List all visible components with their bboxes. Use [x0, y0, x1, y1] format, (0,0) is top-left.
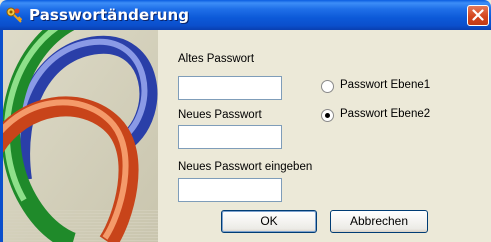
confirm-password-field[interactable] — [178, 178, 282, 202]
old-password-label: Altes Passwort — [178, 53, 255, 65]
key-icon — [6, 7, 23, 24]
password-change-dialog: Passwortänderung Altes Passwort Neues Pa… — [0, 0, 491, 242]
title-bar[interactable]: Passwortänderung — [0, 0, 491, 30]
old-password-field[interactable] — [178, 76, 282, 100]
rings-illustration — [3, 30, 158, 242]
radio-password-level2[interactable] — [321, 109, 334, 122]
new-password-field[interactable] — [178, 125, 282, 149]
close-button[interactable] — [467, 5, 489, 26]
new-password-label: Neues Passwort — [178, 109, 262, 121]
window-title: Passwortänderung — [29, 6, 190, 24]
radio-password-level1[interactable] — [321, 80, 334, 93]
close-icon — [472, 9, 484, 21]
confirm-password-label: Neues Passwort eingeben — [178, 161, 313, 173]
password-level2-label[interactable]: Passwort Ebene2 — [340, 108, 430, 120]
radio-selected-dot — [325, 113, 330, 118]
cancel-button[interactable]: Abbrechen — [330, 210, 428, 233]
password-level1-label[interactable]: Passwort Ebene1 — [340, 79, 430, 91]
ok-button[interactable]: OK — [221, 210, 317, 233]
